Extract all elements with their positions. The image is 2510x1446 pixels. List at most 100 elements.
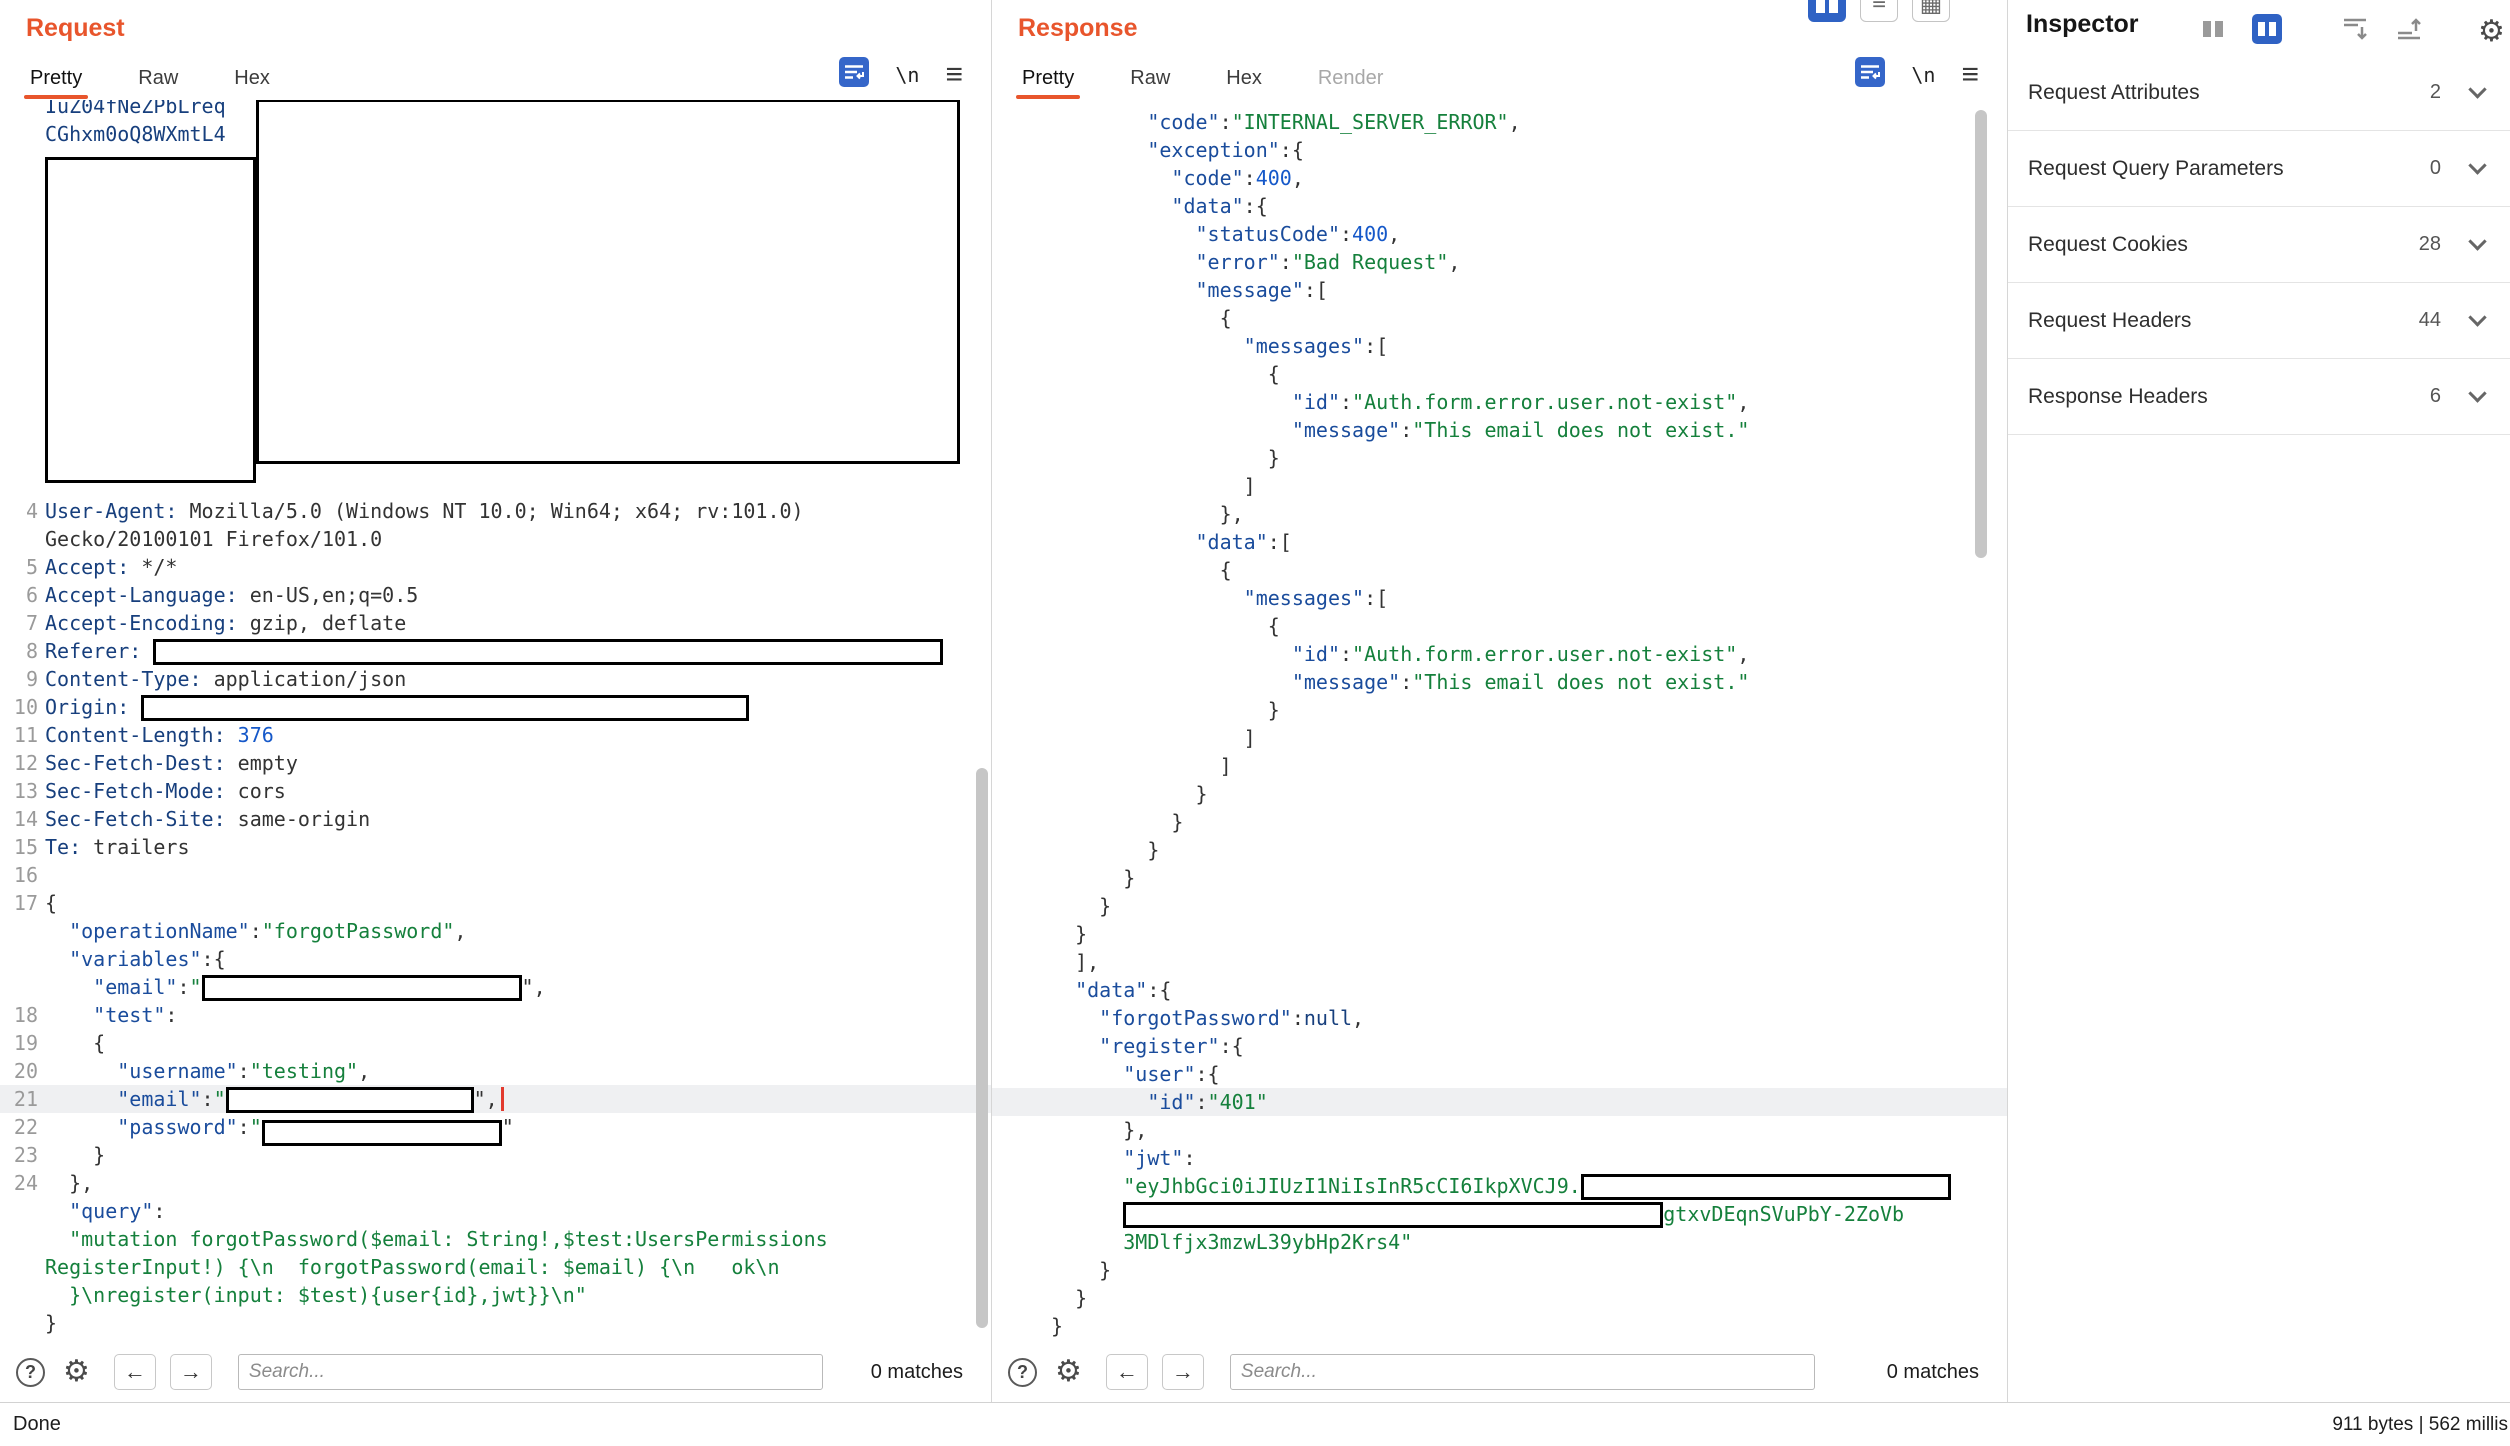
line-number: 9 [0,665,38,693]
code-line: 24 }, [0,1169,991,1197]
show-newlines-button[interactable]: \n [895,63,919,87]
response-header-icons: \n ≡ [1855,57,1979,92]
code-line: } [992,808,2007,836]
inspector-section-response-headers[interactable]: Response Headers 6 [2008,359,2510,435]
code-line: "operationName":"forgotPassword", [0,917,991,945]
code-line: "message":"This email does not exist." [992,416,2007,444]
line-number: 14 [0,805,38,833]
tab-raw[interactable]: Raw [138,67,178,90]
word-wrap-icon[interactable] [839,57,869,92]
line-number [0,1309,38,1337]
layout-grid-button[interactable]: ▦ [1912,0,1950,22]
line-number: 23 [0,1141,38,1169]
line-number [0,120,38,148]
status-text: Done [13,1403,61,1446]
help-icon[interactable]: ? [1008,1358,1037,1387]
search-settings-gear-icon[interactable]: ⚙ [63,1357,90,1387]
code-line: "email":"", [0,973,991,1001]
request-code[interactable]: IuZ04fNeZPbLreqCGhxm0oQ8WXmtL44User-Agen… [0,100,991,1342]
section-label: Response Headers [2028,385,2377,409]
redaction-box [1581,1174,1951,1200]
chevron-down-icon[interactable] [2468,80,2486,98]
response-title: Response [1018,14,1137,43]
redaction-box [45,157,256,483]
request-match-count: 0 matches [871,1361,963,1384]
tab-render[interactable]: Render [1318,67,1384,90]
code-line: 3MDlfjx3mzwL39ybHp2Krs4" [992,1228,2007,1256]
code-line: } [992,892,2007,920]
redaction-box [262,1120,502,1146]
code-line: 14Sec-Fetch-Site: same-origin [0,805,991,833]
line-number: 4 [0,497,38,525]
code-line: "id":"Auth.form.error.user.not-exist", [992,388,2007,416]
layout-rows-button[interactable]: ≡ [1860,0,1898,22]
search-settings-gear-icon[interactable]: ⚙ [1055,1357,1082,1387]
code-line: } [992,836,2007,864]
next-match-button[interactable]: → [1162,1354,1204,1390]
tab-hex[interactable]: Hex [1226,67,1262,90]
inspector-section-request-attributes[interactable]: Request Attributes 2 [2008,55,2510,131]
code-line: 20 "username":"testing", [0,1057,991,1085]
inspector-section-request-headers[interactable]: Request Headers 44 [2008,283,2510,359]
expand-all-icon[interactable] [2340,14,2370,49]
response-search-input[interactable] [1230,1354,1815,1390]
request-search-input[interactable] [238,1354,823,1390]
previous-match-button[interactable]: ← [1106,1354,1148,1390]
previous-match-button[interactable]: ← [114,1354,156,1390]
tab-pretty[interactable]: Pretty [1022,67,1074,90]
code-line: "eyJhbGci0iJIUzI1NiIsInR5cCI6IkpXVCJ9. [992,1172,2007,1200]
code-line: } [992,1312,2007,1340]
line-number: 10 [0,693,38,721]
inspector-sections: Request Attributes 2 Request Query Param… [2008,55,2510,435]
dock-columns-selected-icon[interactable] [2252,14,2282,49]
redaction-box [226,1087,474,1113]
line-number [0,973,38,1001]
chevron-down-icon[interactable] [2468,308,2486,326]
section-label: Request Cookies [2028,233,2377,257]
word-wrap-icon[interactable] [1855,57,1885,92]
help-icon[interactable]: ? [16,1358,45,1387]
inspector-section-request-cookies[interactable]: Request Cookies 28 [2008,207,2510,283]
code-line: 7Accept-Encoding: gzip, deflate [0,609,991,637]
code-line: "messages":[ [992,332,2007,360]
line-number: 11 [0,721,38,749]
code-line: RegisterInput!) {\n forgotPassword(email… [0,1253,991,1281]
collapse-all-icon[interactable] [2394,14,2424,49]
status-bar: Done 911 bytes | 562 millis [0,1402,2510,1446]
line-number [0,1253,38,1281]
line-number: 21 [0,1085,38,1113]
section-count: 28 [2377,233,2441,256]
tab-hex[interactable]: Hex [234,67,270,90]
inspector-header-icons: ⚙ ✕ [2198,14,2498,49]
line-number: 24 [0,1169,38,1197]
next-match-button[interactable]: → [170,1354,212,1390]
show-newlines-button[interactable]: \n [1911,63,1935,87]
response-panel: Response Pretty Raw Hex Render \n ≡ "cod… [992,0,2008,1402]
tab-raw[interactable]: Raw [1130,67,1170,90]
code-line: 4User-Agent: Mozilla/5.0 (Windows NT 10.… [0,497,991,525]
code-line: { [992,304,2007,332]
editor-menu-icon[interactable]: ≡ [1961,60,1979,90]
code-line: "jwt": [992,1144,2007,1172]
layout-columns-button[interactable] [1808,0,1846,22]
response-code[interactable]: "code":"INTERNAL_SERVER_ERROR", "excepti… [992,100,2007,1342]
tab-pretty[interactable]: Pretty [30,67,82,90]
vertical-scrollbar[interactable] [976,768,988,1328]
section-count: 0 [2377,157,2441,180]
code-line: 21 "email":"", [0,1085,991,1113]
inspector-settings-gear-icon[interactable]: ⚙ [2478,17,2505,47]
chevron-down-icon[interactable] [2468,156,2486,174]
request-header-icons: \n ≡ [839,57,963,92]
code-line: } [992,444,2007,472]
dock-columns-icon[interactable] [2198,14,2228,49]
chevron-down-icon[interactable] [2468,232,2486,250]
chevron-down-icon[interactable] [2468,384,2486,402]
editor-menu-icon[interactable]: ≡ [945,60,963,90]
vertical-scrollbar[interactable] [1975,110,1987,558]
inspector-section-request-query-parameters[interactable]: Request Query Parameters 0 [2008,131,2510,207]
inspector-title: Inspector [2026,10,2139,39]
code-line: "data":[ [992,528,2007,556]
code-line: ] [992,752,2007,780]
request-panel: Request Pretty Raw Hex \n ≡ IuZ04fNeZPbL… [0,0,992,1402]
code-line: 13Sec-Fetch-Mode: cors [0,777,991,805]
